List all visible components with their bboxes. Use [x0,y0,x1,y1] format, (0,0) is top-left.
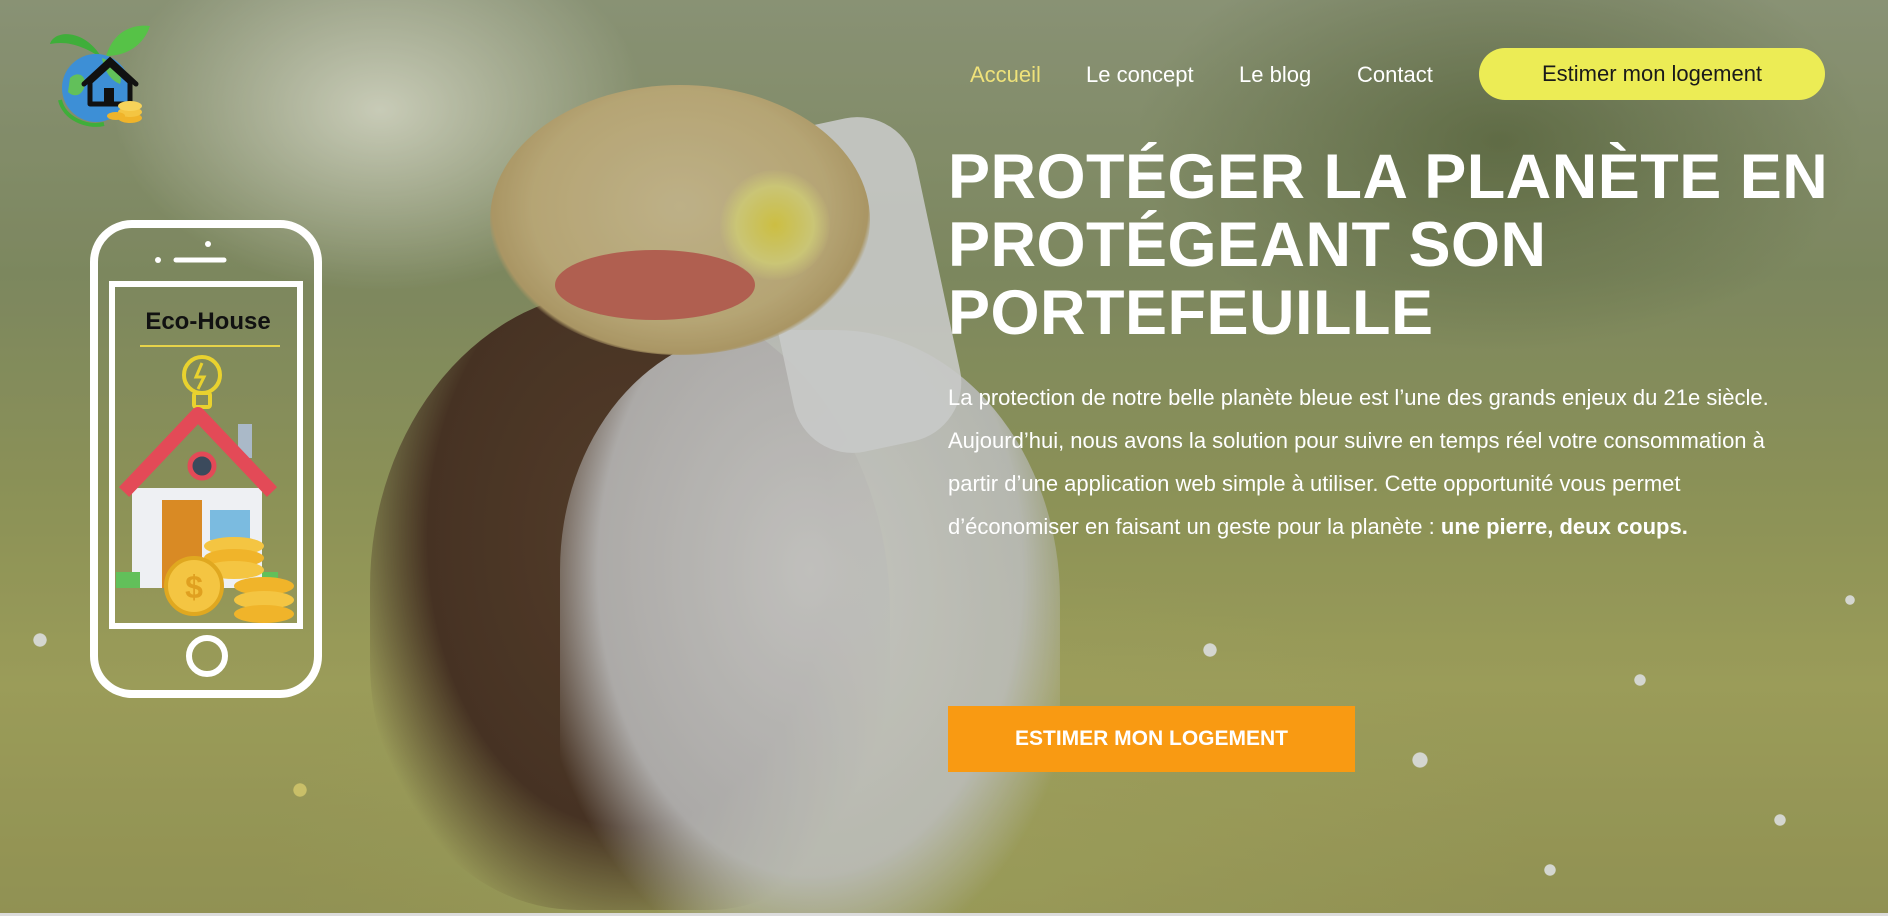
hero-headline-line-2: PROTÉGEANT SON [948,210,1547,280]
nav-link-accueil[interactable]: Accueil [970,62,1041,88]
main-nav: Accueil Le concept Le blog Contact Estim… [0,48,1888,103]
nav-link-le-concept[interactable]: Le concept [1086,62,1194,88]
hero-paragraph-1: La protection de notre belle planète ble… [948,385,1769,410]
hero-estimate-button[interactable]: ESTIMER MON LOGEMENT [948,706,1355,772]
hero-headline-line-3: PORTEFEUILLE [948,278,1434,348]
hero-paragraph-2-emphasis: une pierre, deux coups. [1440,514,1688,539]
phone-app-name: Eco-House [145,308,271,335]
smartphone-icon: $ Eco-House [90,220,326,698]
hero-description: La protection de notre belle planète ble… [948,376,1788,548]
svg-text:$: $ [185,569,203,605]
nav-link-contact[interactable]: Contact [1357,62,1433,88]
lightbulb-icon [182,355,222,409]
nav-estimate-button[interactable]: Estimer mon logement [1479,48,1825,100]
hero-headline-line-1: PROTÉGER LA PLANÈTE EN [948,142,1829,212]
hero-headline: PROTÉGER LA PLANÈTE EN PROTÉGEANT SON PO… [948,143,1868,347]
nav-link-le-blog[interactable]: Le blog [1239,62,1311,88]
